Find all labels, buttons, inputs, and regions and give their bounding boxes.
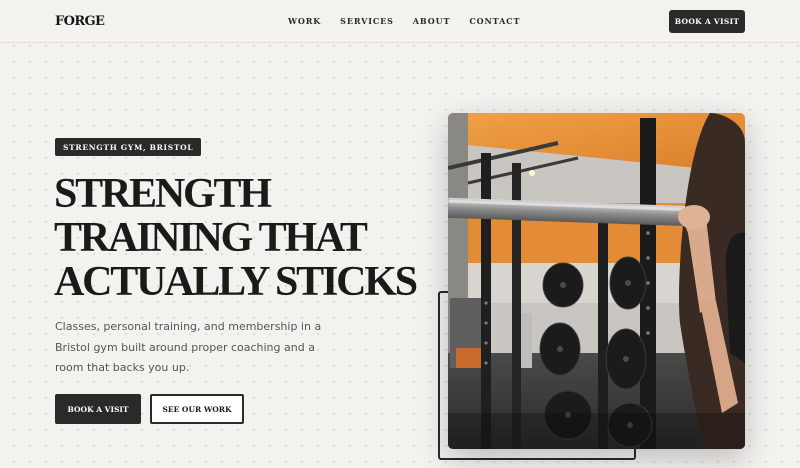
hero-title-line-1: STRENGTH — [54, 171, 272, 217]
nav-link-services[interactable]: SERVICES — [340, 16, 394, 26]
book-visit-button[interactable]: BOOK A VISIT — [55, 394, 141, 424]
nav-link-about[interactable]: ABOUT — [413, 16, 451, 26]
hero-title-line-2: TRAINING THAT — [54, 215, 368, 261]
hero-description: Classes, personal training, and membersh… — [55, 320, 322, 374]
header-book-visit-button[interactable]: BOOK A VISIT — [669, 10, 745, 33]
hero-title-line-3: ACTUALLY STICKS — [54, 259, 418, 305]
site-header: FORGE WORK SERVICES ABOUT CONTACT BOOK A… — [0, 0, 800, 43]
nav-link-contact[interactable]: CONTACT — [469, 16, 520, 26]
hero-photo — [448, 113, 745, 449]
gym-scene-illustration — [448, 113, 745, 449]
see-our-work-button[interactable]: SEE OUR WORK — [150, 394, 244, 424]
logo[interactable]: FORGE — [55, 14, 105, 29]
location-badge: STRENGTH GYM, BRISTOL — [55, 138, 202, 156]
hero-title: STRENGTH TRAINING THAT ACTUALLY STICKS — [54, 172, 434, 304]
main-nav: WORK SERVICES ABOUT CONTACT — [288, 16, 539, 26]
nav-link-work[interactable]: WORK — [288, 16, 321, 26]
